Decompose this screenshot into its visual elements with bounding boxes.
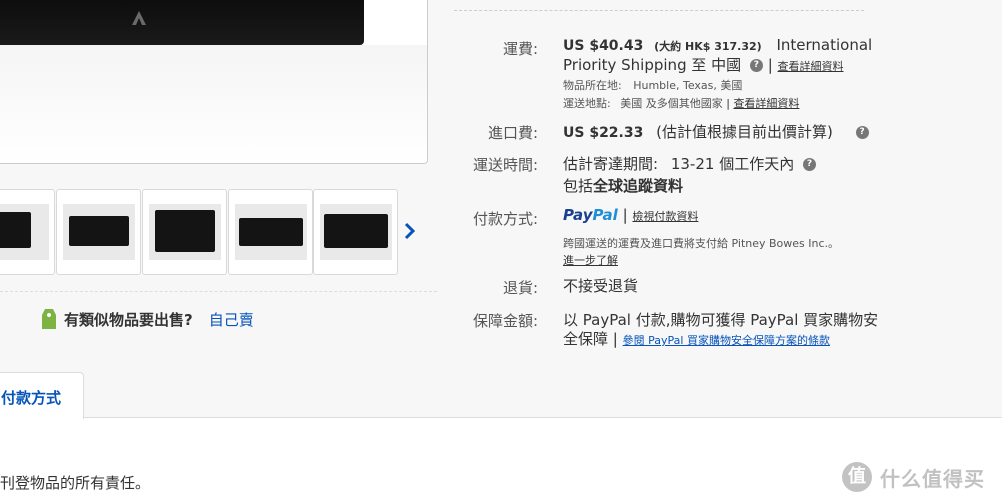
paypal-logo: PayPal [563, 206, 618, 224]
delivery-estimate-label: 估計寄達期間: [563, 155, 659, 173]
thumbnail-product [0, 212, 31, 248]
item-location-label: 物品所在地: [563, 79, 622, 92]
guarantee-line-1: 以 PayPal 付款,購物可獲得 PayPal 買家購物安 [563, 311, 879, 329]
thumbnail-2[interactable] [56, 189, 141, 275]
product-photo [0, 0, 364, 45]
item-location-value: Humble, Texas, 美國 [633, 79, 743, 92]
shipping-line-2: Priority Shipping 至 中國 ? | 查看詳細資料 [563, 56, 844, 74]
shipping-service-1: International [776, 36, 873, 54]
pitney-note: 跨國運送的運費及進口費將支付給 Pitney Bowes Inc.。 [563, 237, 840, 250]
item-location-row: 物品所在地: Humble, Texas, 美國 [563, 77, 742, 93]
shipping-price: US $40.43 [563, 38, 644, 54]
thumbnail-image [0, 204, 49, 260]
ships-to-label: 運送地點: [563, 97, 611, 110]
thumbnail-4[interactable] [228, 189, 313, 275]
payment-label: 付款方式: [472, 210, 538, 228]
help-icon[interactable]: ? [802, 158, 816, 171]
watermark-text: 什么值得买 [880, 466, 985, 491]
thumbnail-image [320, 204, 392, 260]
shipping-line-1: US $40.43 (大約 HK$ 317.32) International [563, 36, 872, 54]
sell-similar-question: 有類似物品要出售? [64, 310, 193, 329]
price-tag-icon [42, 309, 56, 329]
tracking-row: 包括全球追蹤資料 [563, 175, 683, 196]
guarantee-label: 保障金額: [472, 312, 538, 330]
payment-details-link[interactable]: 檢視付款資料 [632, 210, 698, 223]
watermark-logo-icon: 值 [842, 462, 872, 492]
chevron-right-icon[interactable] [403, 222, 417, 240]
tab-payment-label: 付款方式 [1, 389, 62, 407]
thumbnail-5[interactable] [313, 189, 398, 275]
learn-more-row: 進一步了解 [563, 250, 618, 268]
import-charges-label: 進口費: [487, 124, 538, 142]
shipping-service-2: Priority Shipping 至 中國 [563, 56, 742, 74]
import-charges-price: US $22.33 [563, 125, 644, 141]
ships-to-value: 美國 及多個其他國家 [620, 97, 723, 110]
import-charges-note: (估計值根據目前出價計算) [656, 123, 833, 141]
payment-row: PayPal | 檢視付款資料 [563, 206, 699, 224]
help-icon[interactable]: ? [749, 59, 763, 72]
description-text: 刊登物品的所有責任。 [0, 474, 151, 492]
sell-yourself-link[interactable]: 自己賣 [209, 309, 254, 330]
thumbnail-image [149, 204, 221, 260]
tab-payment[interactable]: 付款方式 [0, 372, 84, 419]
ships-to-details-link[interactable]: 查看詳細資料 [733, 97, 799, 110]
delivery-estimate-row: 估計寄達期間: 13-21 個工作天內 ? [563, 153, 816, 174]
shipping-label: 運費: [502, 40, 538, 58]
import-charges-row: US $22.33 (估計值根據目前出價計算) ? [563, 121, 869, 142]
brand-logo-icon [132, 11, 146, 25]
delivery-estimate-value: 13-21 個工作天內 [670, 155, 795, 173]
ships-to-row: 運送地點: 美國 及多個其他國家 | 查看詳細資料 [563, 97, 800, 110]
thumbnail-product [155, 210, 215, 252]
tracking-text: 全球追蹤資料 [593, 177, 684, 195]
thumbnail-image [235, 204, 307, 260]
thumbnail-product [69, 216, 129, 246]
paypal-logo-part1: Pay [563, 206, 593, 224]
thumbnail-product [324, 214, 388, 248]
watermark: 值 什么值得买 [842, 462, 985, 492]
returns-value: 不接受退貨 [563, 277, 639, 295]
product-photo-backdrop [0, 45, 427, 163]
paypal-logo-part2: Pal [592, 206, 618, 224]
thumbnail-3[interactable] [142, 189, 227, 275]
thumbnail-image [63, 204, 135, 260]
divider [0, 291, 437, 292]
shipping-approx: (大約 HK$ 317.32) [654, 40, 762, 53]
sell-similar-row: 有類似物品要出售? 自己賣 [40, 306, 254, 332]
guarantee-terms-link[interactable]: 參閱 PayPal 買家購物安全保障方案的條款 [623, 334, 830, 347]
help-icon[interactable]: ? [855, 126, 869, 139]
tab-underline [84, 417, 1002, 418]
thumbnail-product [239, 218, 303, 246]
main-product-image[interactable] [0, 0, 428, 164]
guarantee-line-2-text: 全保障 [563, 330, 609, 348]
tracking-prefix: 包括 [563, 177, 594, 195]
thumbnail-1[interactable] [0, 189, 55, 275]
shipping-details-link[interactable]: 查看詳細資料 [778, 60, 844, 73]
returns-label: 退貨: [502, 279, 538, 297]
learn-more-link[interactable]: 進一步了解 [563, 254, 618, 267]
delivery-label: 運送時間: [472, 156, 538, 174]
guarantee-line-2: 全保障 | 參閱 PayPal 買家購物安全保障方案的條款 [563, 330, 830, 348]
divider [454, 10, 864, 11]
